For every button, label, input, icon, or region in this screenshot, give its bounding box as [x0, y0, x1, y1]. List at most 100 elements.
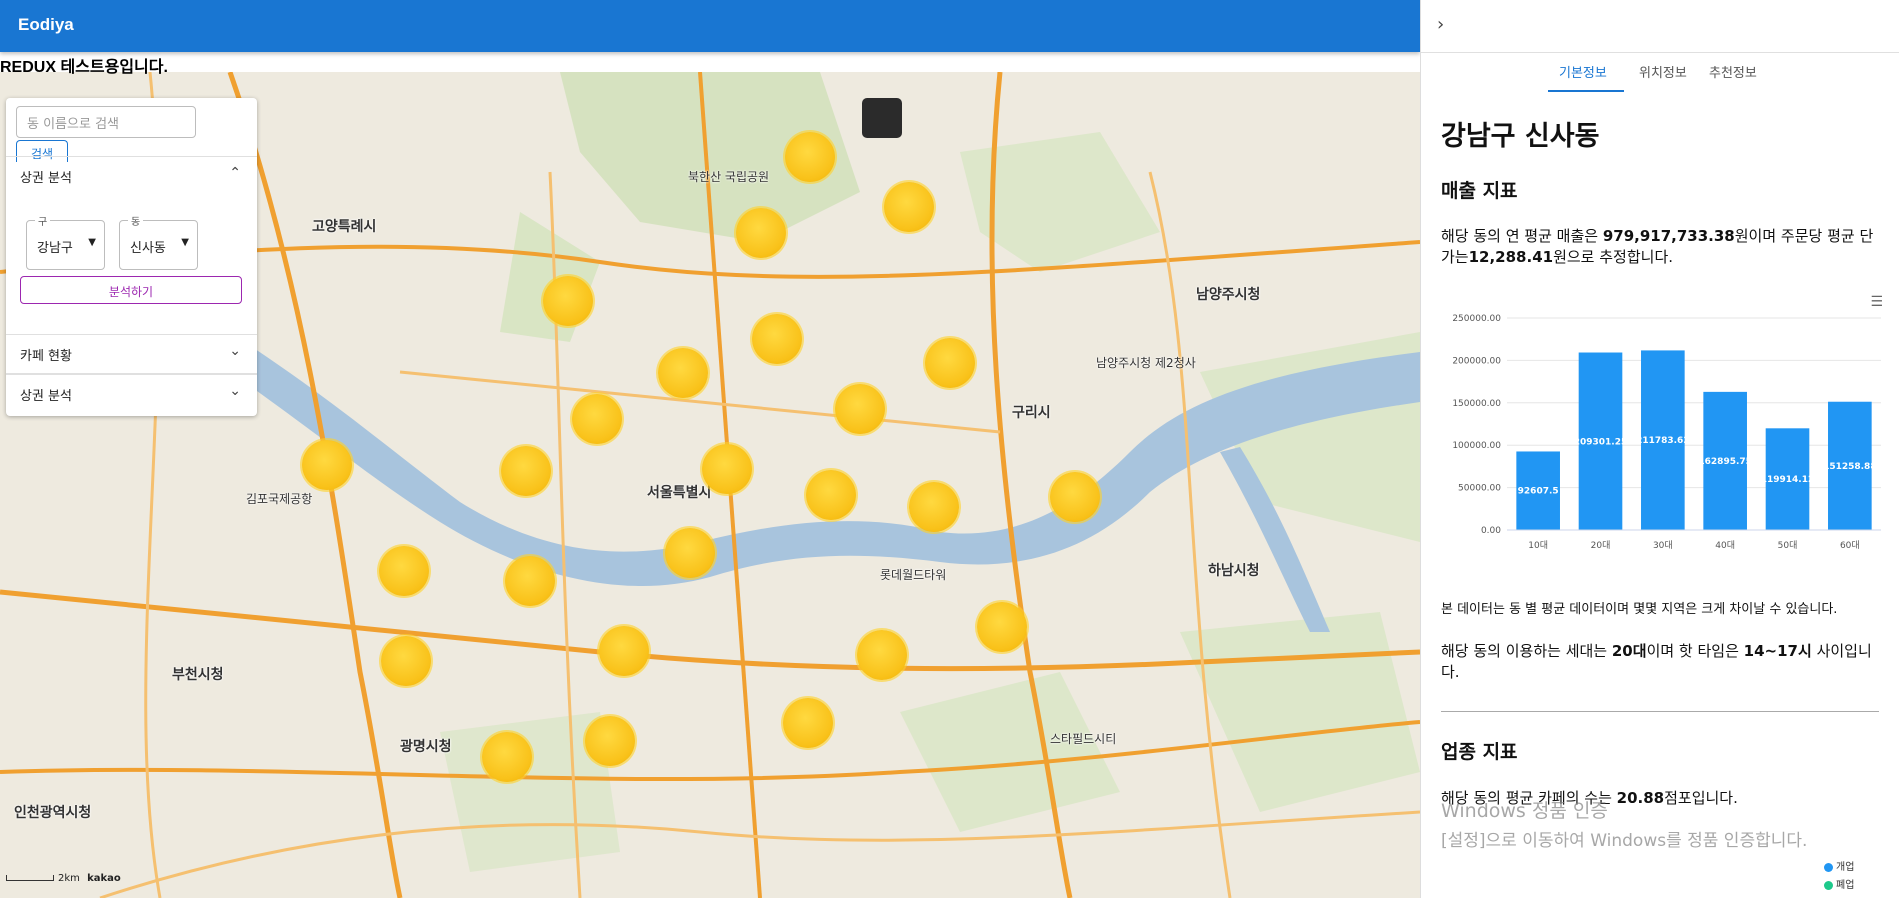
sales-heading: 매출 지표 [1441, 180, 1518, 202]
accordion-analysis-2[interactable]: 상권 분석 ⌄ [6, 374, 257, 414]
cluster-marker[interactable] [785, 132, 835, 182]
x-tick-label: 60대 [1840, 540, 1860, 551]
bar-value-label: 119914.12 [1761, 475, 1815, 485]
map-label: 남양주시청 제2청사 [1096, 356, 1196, 370]
cafe-count-value: 20.88 [1616, 789, 1665, 807]
map-provider-logo: kakao [87, 873, 121, 884]
hot-time-value: 14~17시 [1743, 642, 1812, 660]
bar-value-label: 151258.88 [1823, 462, 1877, 472]
redux-notice: REDUX 테스트용입니다. [0, 59, 168, 76]
text: 점포입니다. [1664, 789, 1738, 807]
cluster-marker[interactable] [702, 444, 752, 494]
map-label: 서울특별시 [647, 485, 712, 501]
accordion-header-label: 상권 분석 [20, 389, 72, 404]
bar-value-label: 209301.25 [1574, 437, 1628, 447]
search-panel: 동 이름으로 검색 검색 상권 분석 ⌃ 구 강남구 ▼ 동 신사동 ▼ 분석하… [6, 98, 257, 416]
cluster-marker[interactable] [585, 716, 635, 766]
cluster-marker[interactable] [925, 338, 975, 388]
gu-select[interactable]: 구 강남구 ▼ [26, 213, 105, 270]
legend-item: 폐업 [1824, 876, 1854, 891]
map-label: 남양주시청 [1196, 287, 1261, 303]
scale-label: 2km [58, 873, 80, 884]
x-tick-label: 50대 [1778, 540, 1798, 551]
section-divider [1441, 711, 1879, 712]
cluster-marker[interactable] [783, 698, 833, 748]
y-tick-label: 200000.00 [1452, 356, 1501, 366]
divider [1421, 52, 1899, 53]
cluster-marker[interactable] [736, 208, 786, 258]
map-marker-square[interactable] [862, 98, 902, 138]
sales-value: 979,917,733.38 [1602, 227, 1735, 245]
cluster-marker[interactable] [501, 446, 551, 496]
cluster-marker[interactable] [505, 556, 555, 606]
map-label: 북한산 국립공원 [688, 170, 770, 184]
analyze-button[interactable]: 분석하기 [20, 276, 242, 304]
bar-value-label: 92607.5 [1518, 487, 1559, 497]
bar-value-label: 211783.62 [1636, 436, 1690, 446]
dong-search-input[interactable]: 동 이름으로 검색 [16, 106, 196, 138]
chevron-up-icon[interactable]: ⌃ [229, 165, 241, 181]
cluster-marker[interactable] [806, 470, 856, 520]
x-tick-label: 40대 [1715, 540, 1735, 551]
dropdown-arrow-icon: ▼ [181, 237, 189, 248]
bar-chart-svg: 0.00 50000.00 100000.00 150000.00 200000.00 2… [1452, 314, 1881, 551]
map-label: 인천광역시청 [14, 805, 92, 821]
legend-dot [1824, 880, 1833, 890]
app-bar: Eodiya [0, 0, 1420, 52]
y-tick-label: 150000.00 [1452, 399, 1501, 409]
bar-value-label: 162895.75 [1698, 457, 1752, 467]
y-tick-label: 0.00 [1481, 526, 1501, 536]
text: 이며 핫 타임은 [1646, 642, 1744, 660]
map-label: 고양특례시 [312, 219, 377, 235]
text: 해당 동의 연 평균 매출은 [1441, 227, 1603, 245]
page-title: 강남구 신사동 [1441, 121, 1600, 152]
sales-summary: 해당 동의 연 평균 매출은 979,917,733.38원이며 주문당 평균 … [1441, 226, 1881, 268]
cluster-marker[interactable] [302, 440, 352, 490]
y-tick-label: 250000.00 [1452, 314, 1501, 324]
windows-watermark-text: [설정]으로 이동하여 Windows를 정품 인증합니다. [1441, 831, 1808, 851]
dong-select[interactable]: 동 신사동 ▼ [119, 213, 198, 270]
cluster-marker[interactable] [379, 546, 429, 596]
cluster-marker[interactable] [543, 276, 593, 326]
x-tick-label: 30대 [1653, 540, 1673, 551]
chevron-down-icon: ⌄ [229, 343, 241, 359]
age-sales-chart: ☰ 0.00 50000.00 100000.00 150000.00 200000.0… [1437, 288, 1891, 564]
cluster-marker[interactable] [857, 630, 907, 680]
hamburger-menu-icon[interactable]: ☰ [1870, 294, 1883, 310]
cluster-marker[interactable] [482, 732, 532, 782]
cluster-marker[interactable] [909, 482, 959, 532]
legend-dot [1824, 862, 1833, 872]
map-label: 김포국제공항 [246, 492, 313, 506]
tab-basic-info[interactable]: 기본정보 [1559, 62, 1607, 81]
cluster-marker[interactable] [381, 636, 431, 686]
map-label: 구리시 [1012, 405, 1051, 421]
accordion-header-label[interactable]: 상권 분석 [20, 167, 72, 186]
y-tick-label: 100000.00 [1452, 441, 1501, 451]
accordion-header-label: 카페 현황 [20, 349, 72, 364]
gu-select-label: 구 [35, 213, 51, 228]
cluster-marker[interactable] [835, 384, 885, 434]
cluster-marker[interactable] [572, 394, 622, 444]
chevron-right-icon[interactable]: › [1437, 14, 1444, 35]
text: 해당 동의 이용하는 세대는 [1441, 642, 1612, 660]
text: 원으로 추정합니다. [1553, 248, 1674, 266]
app-title[interactable]: Eodiya [18, 15, 74, 35]
cluster-marker[interactable] [977, 602, 1027, 652]
accordion-cafe-status[interactable]: 카페 현황 ⌄ [6, 334, 257, 374]
cluster-marker[interactable] [1050, 472, 1100, 522]
cluster-marker[interactable] [884, 182, 934, 232]
y-tick-label: 50000.00 [1458, 484, 1501, 494]
legend-label: 개업 [1836, 862, 1855, 873]
cluster-marker[interactable] [599, 626, 649, 676]
cluster-marker[interactable] [665, 528, 715, 578]
dropdown-arrow-icon: ▼ [88, 237, 96, 248]
cluster-marker[interactable] [752, 314, 802, 364]
scale-bar [6, 875, 54, 881]
data-note: 본 데이터는 동 별 평균 데이터이며 몇몇 지역은 크게 차이날 수 있습니다… [1441, 602, 1838, 617]
legend-label: 폐업 [1836, 880, 1855, 891]
tab-location-info[interactable]: 위치정보 [1639, 62, 1687, 81]
tab-recommend-info[interactable]: 추천정보 [1709, 62, 1757, 81]
cluster-marker[interactable] [658, 348, 708, 398]
windows-watermark-title: Windows 정품 인증 [1441, 800, 1608, 822]
map-label: 부천시청 [172, 667, 224, 683]
